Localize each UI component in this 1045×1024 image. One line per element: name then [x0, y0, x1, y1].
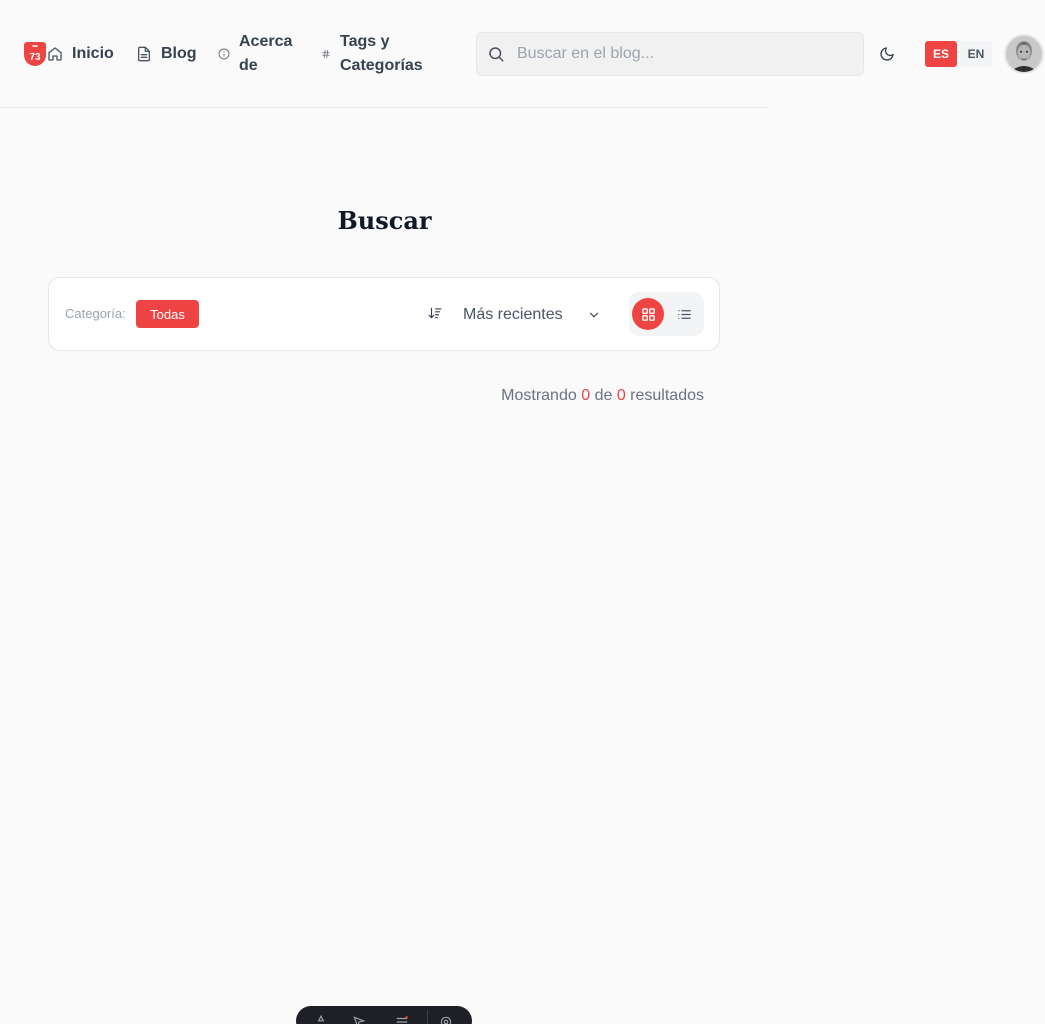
rocket-icon[interactable]	[314, 1015, 328, 1024]
results-prefix: Mostrando	[501, 387, 577, 404]
sort-select-value: Más recientes	[463, 306, 563, 323]
document-icon	[138, 46, 150, 62]
nav-blog[interactable]: Blog	[136, 42, 197, 66]
filter-panel: Categoría: Todas Más recientes	[48, 277, 720, 351]
header-divider	[0, 107, 769, 108]
nav-blog-label: Blog	[161, 45, 197, 62]
category-label: Categoría:	[65, 306, 126, 321]
logo-text: 73	[29, 52, 41, 63]
moon-icon	[880, 47, 894, 61]
hash-icon	[322, 49, 330, 59]
pointer-icon[interactable]	[352, 1015, 366, 1024]
search-icon	[487, 45, 505, 63]
results-shown: 0	[581, 387, 591, 404]
nav-about[interactable]: Acerca de	[218, 30, 308, 78]
home-icon	[48, 47, 62, 61]
info-icon	[218, 48, 230, 60]
nav-home[interactable]: Inicio	[47, 42, 114, 66]
category-chip-all[interactable]: Todas	[136, 300, 199, 328]
view-mode-toggle	[629, 292, 704, 336]
sort-select[interactable]: Más recientes	[463, 300, 601, 330]
sort-descending-icon	[428, 306, 442, 320]
grid-icon	[641, 307, 655, 321]
language-en-button[interactable]: EN	[960, 41, 992, 67]
site-logo[interactable]: 73	[24, 42, 46, 66]
avatar[interactable]	[1004, 34, 1044, 74]
nav-tags-label: Tags y Categorías	[340, 33, 423, 74]
search-bar	[476, 32, 864, 76]
site-header: 73 Inicio Blog Acerca de Tags y Categorí…	[0, 0, 1045, 108]
results-mid: de	[594, 387, 613, 404]
nav-about-label: Acerca de	[239, 33, 293, 74]
nav-tags[interactable]: Tags y Categorías	[321, 30, 431, 78]
results-total: 0	[616, 387, 626, 404]
results-count: Mostrando 0 de 0 resultados	[0, 387, 704, 405]
dock-divider	[427, 1010, 428, 1024]
list-icon	[677, 309, 691, 319]
menu-icon[interactable]	[394, 1015, 410, 1024]
search-input[interactable]	[517, 45, 837, 63]
results-suffix: resultados	[630, 387, 704, 404]
user-avatar-image	[1006, 36, 1042, 72]
chevron-down-icon	[589, 312, 599, 318]
theme-toggle-button[interactable]	[876, 43, 898, 65]
language-es-button[interactable]: ES	[925, 41, 957, 67]
logo-decoration	[32, 45, 38, 47]
grid-view-button[interactable]	[632, 298, 664, 330]
settings-icon[interactable]	[439, 1015, 453, 1024]
nav-home-label: Inicio	[72, 45, 114, 62]
list-view-button[interactable]	[668, 298, 700, 330]
dev-toolbar	[296, 1006, 472, 1024]
page-title: Buscar	[337, 206, 432, 235]
